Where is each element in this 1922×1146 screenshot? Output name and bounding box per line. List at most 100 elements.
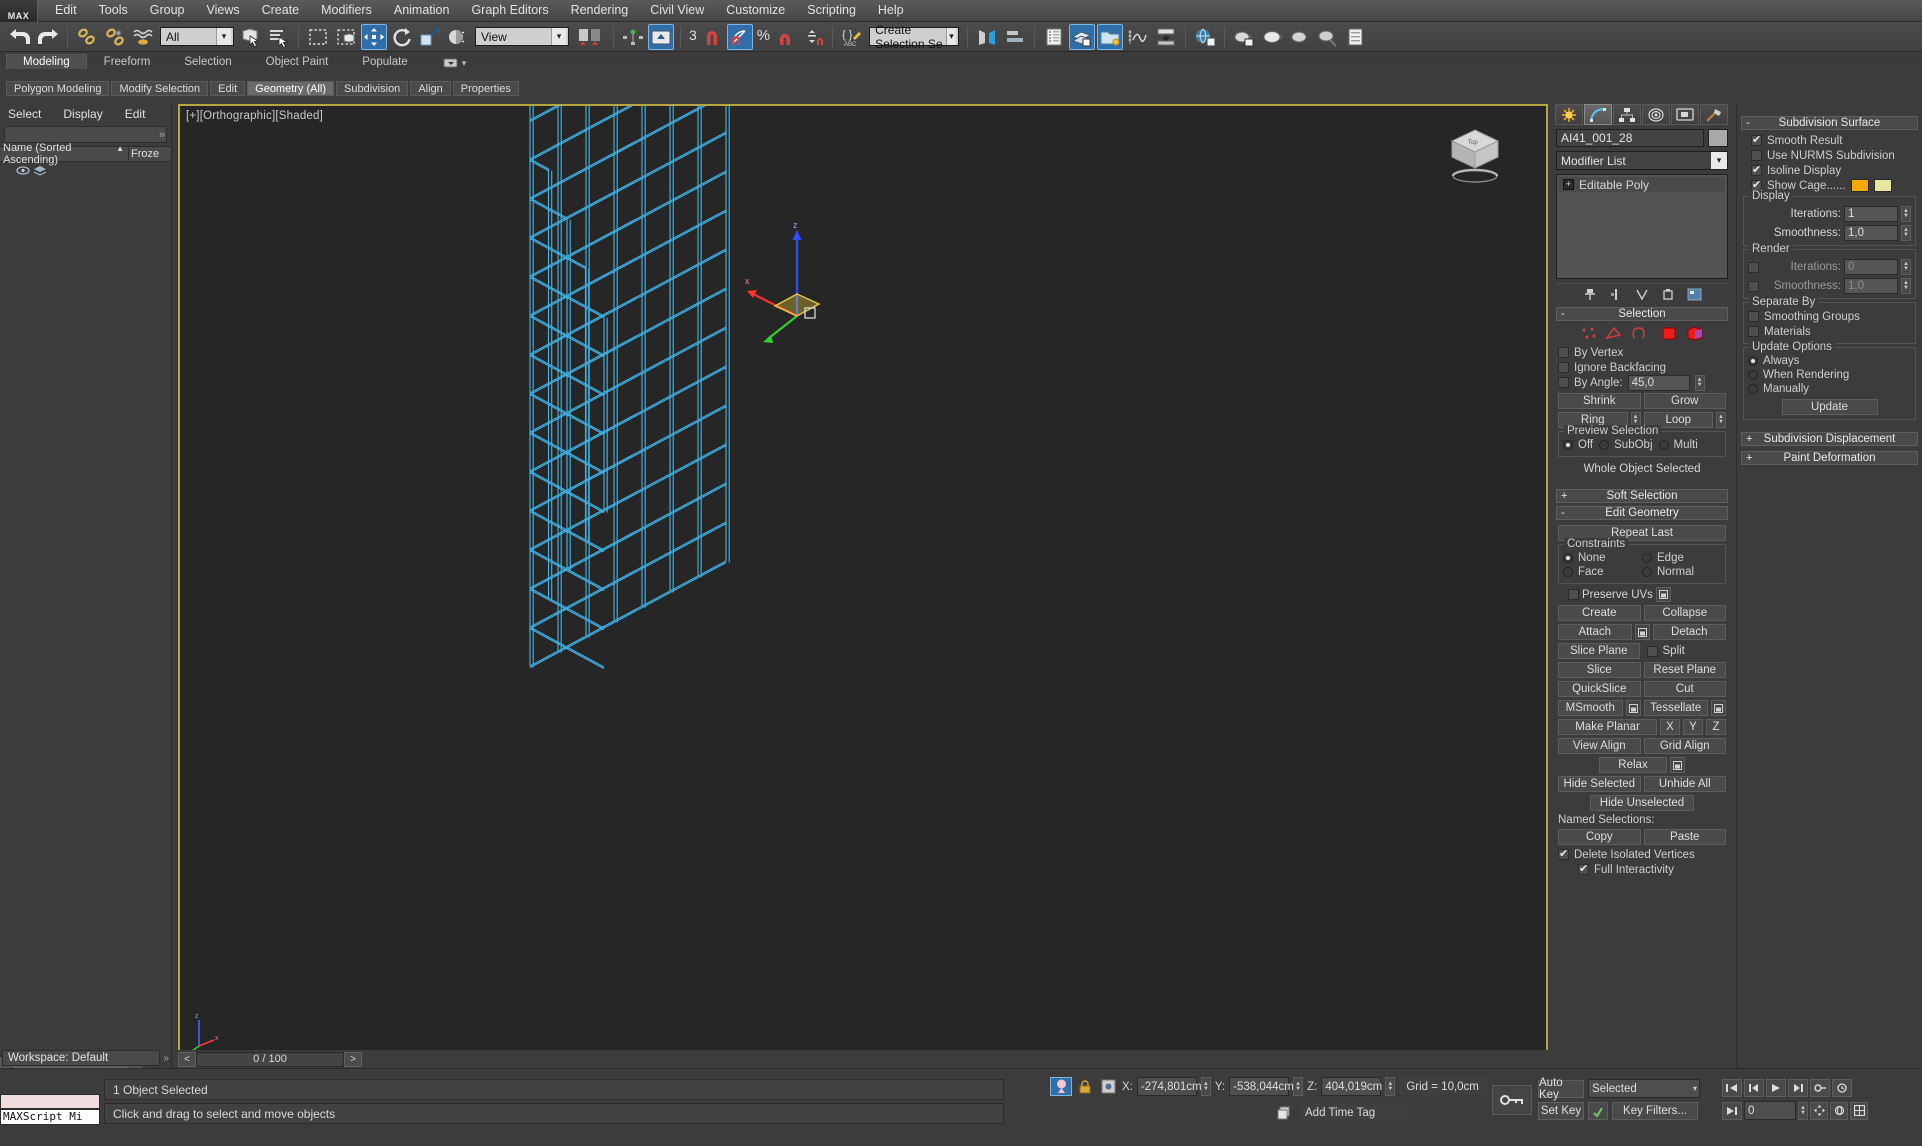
- ribbon-btn-modify-selection[interactable]: Modify Selection: [111, 81, 209, 96]
- lock-selection-icon[interactable]: [1076, 1077, 1094, 1096]
- window-crossing-icon[interactable]: [333, 24, 359, 50]
- hierarchy-tab[interactable]: [1613, 104, 1641, 125]
- display-smoothness-field[interactable]: 1,0: [1844, 225, 1898, 241]
- ribbon-btn-polygon-modeling[interactable]: Polygon Modeling: [6, 81, 110, 96]
- tessellate-settings-icon[interactable]: [1711, 700, 1726, 716]
- expand-icon[interactable]: +: [1563, 179, 1574, 190]
- rendered-frame-window-icon[interactable]: [1192, 24, 1218, 50]
- update-when-rendering-radio[interactable]: When Rendering: [1748, 368, 1911, 382]
- time-configuration-icon[interactable]: [1832, 1079, 1852, 1097]
- menu-graph-editors[interactable]: Graph Editors: [460, 0, 559, 21]
- smoothing-groups-checkbox[interactable]: [1748, 311, 1759, 322]
- z-spinner[interactable]: ▲ ▼: [1385, 1077, 1396, 1096]
- select-object-icon[interactable]: [238, 24, 264, 50]
- z-coordinate-field[interactable]: 404,019cm: [1321, 1077, 1382, 1096]
- select-and-rotate-icon[interactable]: [389, 24, 415, 50]
- soft-selection-rollout-header[interactable]: + Soft Selection: [1556, 489, 1728, 503]
- rectangle-select-region-icon[interactable]: [305, 24, 331, 50]
- eye-icon[interactable]: [16, 165, 30, 176]
- unhide-all-button[interactable]: Unhide All: [1643, 776, 1726, 792]
- menu-edit[interactable]: Edit: [44, 0, 88, 21]
- y-spinner[interactable]: ▲ ▼: [1293, 1077, 1304, 1096]
- edit-geometry-rollout-header[interactable]: - Edit Geometry: [1556, 506, 1728, 520]
- by-angle-checkbox[interactable]: [1558, 377, 1569, 388]
- msmooth-settings-icon[interactable]: [1625, 700, 1641, 716]
- redo-icon[interactable]: [35, 24, 61, 50]
- time-slider[interactable]: < 0 / 100 >: [178, 1050, 1548, 1068]
- orbit-view-icon[interactable]: [1830, 1101, 1848, 1120]
- expand-icon[interactable]: +: [1746, 452, 1752, 464]
- time-prev-button[interactable]: <: [178, 1051, 196, 1067]
- preview-subobj-radio[interactable]: SubObj: [1599, 438, 1653, 452]
- by-vertex-checkbox[interactable]: [1558, 347, 1569, 358]
- menu-civil-view[interactable]: Civil View: [639, 0, 715, 21]
- explorer-menu-select[interactable]: Select: [8, 107, 41, 121]
- select-and-scale-icon[interactable]: [417, 24, 443, 50]
- by-vertex-checkbox-row[interactable]: By Vertex: [1558, 345, 1726, 360]
- update-manually-radio[interactable]: Manually: [1748, 382, 1911, 396]
- element-icon[interactable]: [1686, 326, 1705, 341]
- constraint-edge-radio[interactable]: Edge: [1642, 551, 1721, 565]
- view-align-button[interactable]: View Align: [1558, 738, 1641, 754]
- named-selection-set-combo[interactable]: Create Selection Se ▾: [869, 23, 960, 51]
- ribbon-tab-freeform[interactable]: Freeform: [86, 54, 168, 69]
- menu-group[interactable]: Group: [139, 0, 196, 21]
- grid-align-button[interactable]: Grid Align: [1643, 738, 1726, 754]
- render-iterations-checkbox[interactable]: [1748, 261, 1759, 273]
- menu-scripting[interactable]: Scripting: [796, 0, 867, 21]
- relax-button[interactable]: Relax: [1599, 757, 1667, 773]
- collapse-icon[interactable]: -: [1561, 507, 1565, 519]
- time-next-button[interactable]: >: [344, 1051, 362, 1067]
- menu-rendering[interactable]: Rendering: [560, 0, 640, 21]
- object-color-swatch[interactable]: [1708, 129, 1728, 147]
- percent-snap-icon[interactable]: [772, 24, 798, 50]
- render-iterations-field[interactable]: 0: [1844, 259, 1898, 275]
- menu-tools[interactable]: Tools: [88, 0, 139, 21]
- ribbon-btn-edit[interactable]: Edit: [210, 81, 246, 96]
- align-icon[interactable]: [1002, 24, 1028, 50]
- workspace-chevron-icon[interactable]: »: [160, 1053, 172, 1064]
- menu-animation[interactable]: Animation: [383, 0, 461, 21]
- smooth-result-checkbox[interactable]: [1751, 133, 1762, 146]
- explorer-expand-chevron-icon[interactable]: »: [159, 129, 165, 141]
- update-button[interactable]: Update: [1781, 399, 1878, 415]
- make-planar-z-button[interactable]: Z: [1706, 719, 1726, 735]
- key-filters-button[interactable]: Key Filters...: [1612, 1102, 1698, 1120]
- grow-button[interactable]: Grow: [1643, 393, 1726, 409]
- curve-editor-icon[interactable]: [1069, 23, 1096, 50]
- motion-tab[interactable]: [1642, 104, 1670, 125]
- update-always-radio[interactable]: Always: [1748, 354, 1911, 368]
- ribbon-btn-geometry-all[interactable]: Geometry (All): [247, 81, 335, 96]
- collapse-button[interactable]: Collapse: [1643, 605, 1726, 621]
- delete-isolated-vertices-checkbox[interactable]: [1558, 847, 1569, 860]
- make-planar-button[interactable]: Make Planar: [1558, 719, 1657, 735]
- scene-explorer-search-input[interactable]: [4, 126, 167, 143]
- select-link-icon[interactable]: [74, 24, 100, 50]
- show-end-result-icon[interactable]: [1608, 287, 1624, 302]
- polygon-icon[interactable]: [1661, 326, 1678, 341]
- materials-checkbox[interactable]: [1748, 326, 1759, 337]
- current-frame-spinner[interactable]: ▲ ▼: [1798, 1101, 1808, 1120]
- edge-icon[interactable]: [1604, 326, 1622, 341]
- subdivision-surface-header[interactable]: - Subdivision Surface: [1741, 116, 1918, 130]
- selection-filter-combo[interactable]: All ▾: [160, 27, 234, 46]
- materials-row[interactable]: Materials: [1748, 324, 1911, 339]
- spinner-snap-icon[interactable]: [800, 24, 826, 50]
- by-angle-row[interactable]: By Angle: 45,0 ▲ ▼: [1558, 374, 1726, 391]
- attach-button[interactable]: Attach: [1558, 624, 1632, 640]
- use-selection-center-icon[interactable]: [620, 24, 646, 50]
- render-smoothness-field[interactable]: 1,0: [1844, 278, 1898, 294]
- current-frame-field[interactable]: 0: [1744, 1101, 1796, 1120]
- undo-icon[interactable]: [7, 24, 33, 50]
- full-interactivity-row[interactable]: Full Interactivity: [1558, 862, 1726, 877]
- use-nurms-row[interactable]: Use NURMS Subdivision: [1743, 148, 1916, 163]
- render-iterations-spinner[interactable]: ▲ ▼: [1901, 259, 1911, 275]
- create-tab[interactable]: [1555, 104, 1583, 125]
- go-to-end-icon[interactable]: [1722, 1101, 1742, 1120]
- reset-plane-button[interactable]: Reset Plane: [1643, 662, 1726, 678]
- time-frame-field[interactable]: 0 / 100: [196, 1051, 344, 1067]
- delete-isolated-vertices-row[interactable]: Delete Isolated Vertices: [1558, 847, 1726, 862]
- selection-rollout-header[interactable]: - Selection: [1556, 307, 1728, 321]
- remove-modifier-icon[interactable]: [1660, 287, 1676, 302]
- snaps-toggle-icon[interactable]: [699, 24, 725, 50]
